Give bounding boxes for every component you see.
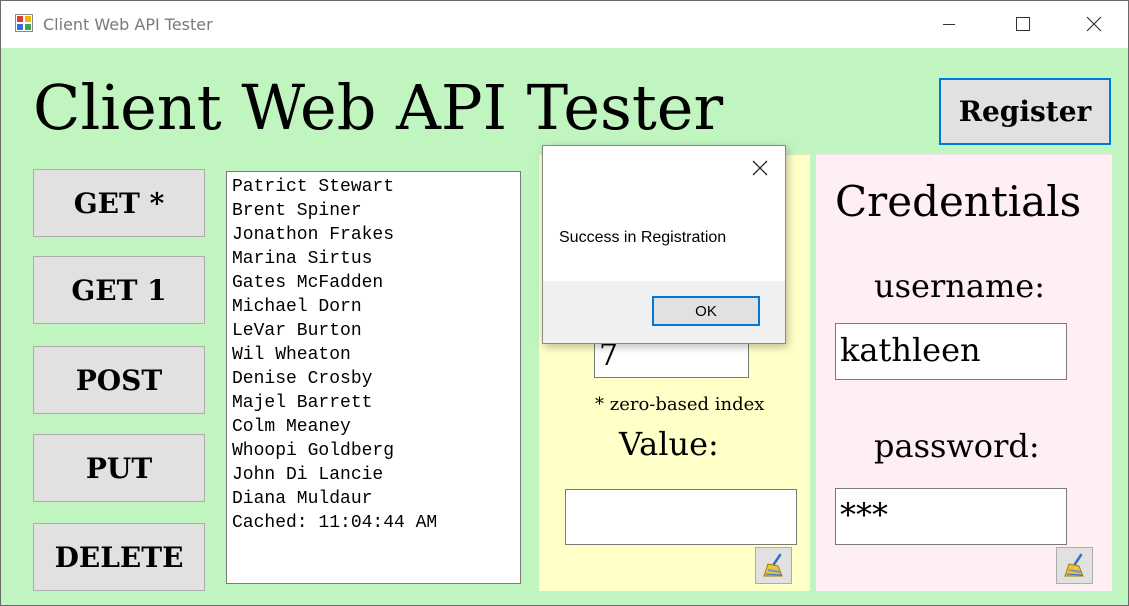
close-button[interactable]	[1071, 1, 1117, 48]
list-item: Michael Dorn	[232, 297, 362, 317]
minimize-button[interactable]	[926, 1, 972, 48]
page-title: Client Web API Tester	[33, 71, 724, 144]
app-icon	[15, 14, 33, 32]
get-all-button[interactable]: GET *	[33, 169, 205, 237]
list-item: Colm Meaney	[232, 417, 351, 437]
list-item: Brent Spiner	[232, 201, 362, 221]
credentials-heading: Credentials	[835, 177, 1082, 226]
credentials-panel: Credentials username: kathleen password:…	[816, 153, 1112, 591]
get-one-button[interactable]: GET 1	[33, 256, 205, 324]
list-item: Majel Barrett	[232, 393, 373, 413]
list-item: Marina Sirtus	[232, 249, 373, 269]
dialog-close-button[interactable]	[746, 154, 774, 182]
post-button[interactable]: POST	[33, 346, 205, 414]
password-field[interactable]: ***	[835, 488, 1067, 545]
username-label: username:	[874, 267, 1046, 305]
broom-icon	[1063, 553, 1084, 576]
ok-button[interactable]: OK	[652, 296, 760, 326]
message-dialog: Success in Registration OK	[542, 145, 786, 344]
minimize-icon	[943, 24, 955, 25]
close-icon	[1086, 16, 1102, 32]
maximize-button[interactable]	[1000, 1, 1046, 48]
put-button[interactable]: PUT	[33, 434, 205, 502]
password-label: password:	[874, 427, 1040, 465]
list-item: Patrict Stewart	[232, 177, 395, 197]
maximize-icon	[1016, 17, 1030, 31]
delete-button[interactable]: DELETE	[33, 523, 205, 591]
value-label: Value:	[619, 425, 719, 463]
broom-icon	[762, 553, 783, 576]
list-item: Wil Wheaton	[232, 345, 351, 365]
clear-value-button[interactable]	[755, 547, 792, 584]
cache-timestamp: Cached: 11:04:44 AM	[232, 513, 438, 533]
clear-credentials-button[interactable]	[1056, 547, 1093, 584]
value-field[interactable]	[565, 489, 797, 545]
list-item: Denise Crosby	[232, 369, 373, 389]
register-button[interactable]: Register	[939, 78, 1111, 145]
list-item: Gates McFadden	[232, 273, 384, 293]
list-item: Jonathon Frakes	[232, 225, 395, 245]
window-title: Client Web API Tester	[43, 15, 213, 34]
list-item: LeVar Burton	[232, 321, 362, 341]
list-item: Diana Muldaur	[232, 489, 373, 509]
result-textbox[interactable]: Patrict Stewart Brent Spiner Jonathon Fr…	[226, 171, 521, 584]
list-item: John Di Lancie	[232, 465, 384, 485]
close-icon	[752, 160, 768, 176]
username-field[interactable]: kathleen	[835, 323, 1067, 380]
dialog-message: Success in Registration	[559, 229, 727, 246]
title-bar[interactable]: Client Web API Tester	[1, 1, 1128, 48]
index-note: * zero-based index	[595, 394, 765, 415]
main-window: Client Web API Tester Client Web API Tes…	[0, 0, 1129, 606]
list-item: Whoopi Goldberg	[232, 441, 395, 461]
dialog-footer: OK	[543, 281, 785, 343]
